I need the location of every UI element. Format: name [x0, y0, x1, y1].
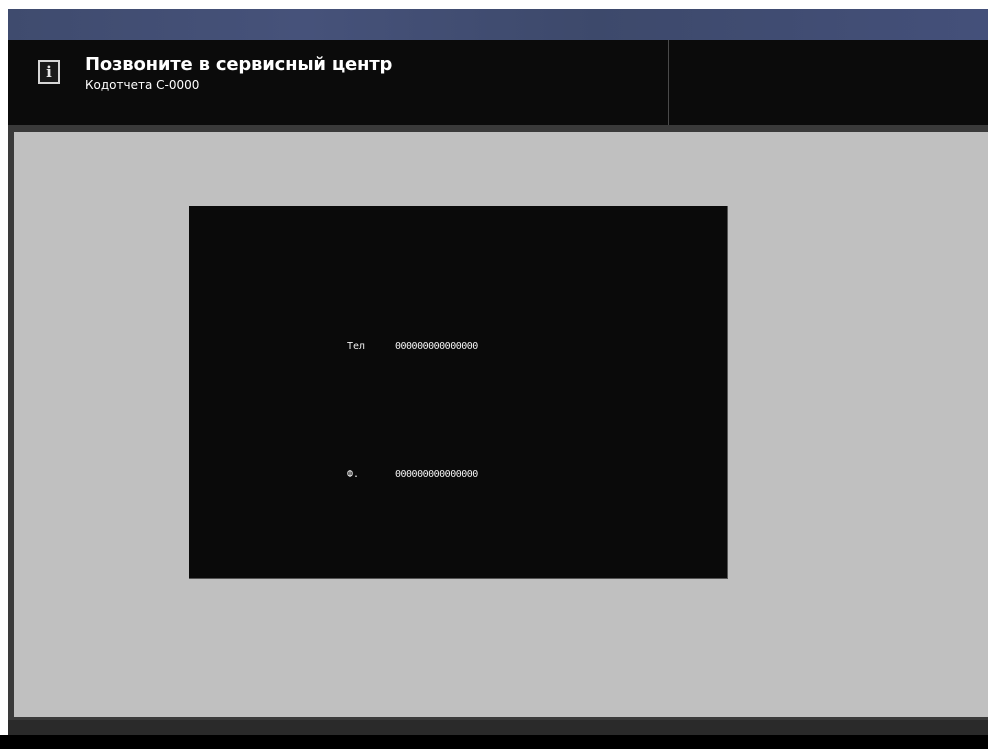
content-area: Тел 000000000000000 Ф. 000000000000000: [14, 132, 988, 717]
fax-row: Ф. 000000000000000: [189, 465, 727, 485]
contact-panel: Тел 000000000000000 Ф. 000000000000000: [189, 206, 728, 579]
fax-label: Ф.: [347, 469, 360, 480]
report-code: Кодотчета С-0000: [85, 78, 200, 92]
service-call-screen: i Позвоните в сервисный центр Кодотчета …: [0, 0, 988, 749]
header-divider: [668, 40, 669, 125]
phone-value: 000000000000000: [395, 341, 478, 352]
phone-label: Тел: [347, 341, 366, 352]
top-strip: [8, 9, 988, 40]
bottom-edge: [0, 735, 988, 749]
fax-value: 000000000000000: [395, 469, 478, 480]
page-title: Позвоните в сервисный центр: [85, 54, 393, 75]
bottom-bar: [8, 720, 988, 735]
info-icon: i: [38, 60, 60, 84]
header-bar: i Позвоните в сервисный центр Кодотчета …: [8, 40, 988, 125]
phone-row: Тел 000000000000000: [189, 337, 727, 357]
